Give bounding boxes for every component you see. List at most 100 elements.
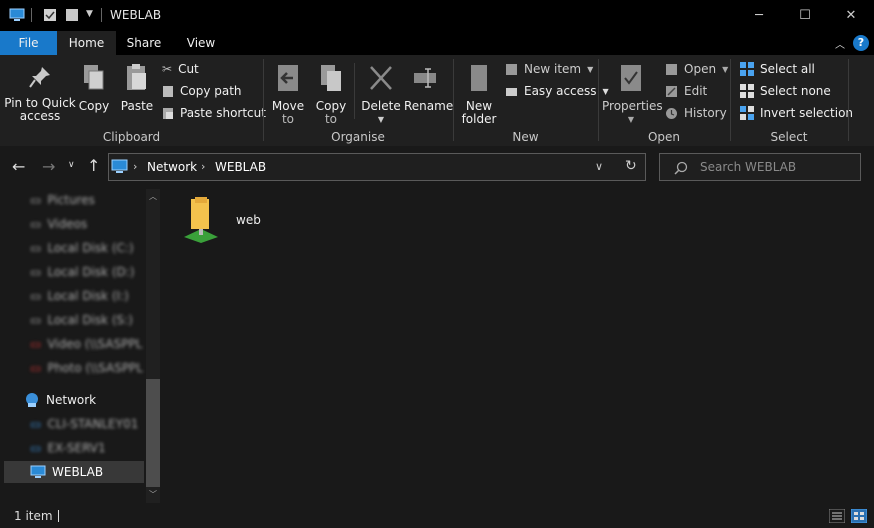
new-item-icon bbox=[506, 63, 517, 75]
customize-qat-icon[interactable]: ▼ bbox=[86, 9, 93, 19]
copy-button[interactable]: Copy bbox=[78, 63, 110, 113]
invert-selection-button[interactable]: Invert selection bbox=[740, 106, 853, 120]
nav-item-cli-stanley[interactable]: ▭ CLI-STANLEY01 bbox=[30, 413, 138, 435]
tab-view[interactable]: View bbox=[172, 31, 230, 55]
move-label-2: to bbox=[281, 112, 295, 126]
nav-label: Local Disk (C:) bbox=[47, 241, 134, 255]
open-button[interactable]: Open ▼ bbox=[665, 62, 728, 76]
paste-label: Paste bbox=[120, 99, 154, 113]
address-bar[interactable]: › Network › WEBLAB ∨ ↻ bbox=[108, 153, 646, 181]
rename-label: Rename bbox=[404, 99, 454, 113]
easy-access-button[interactable]: Easy access ▼ bbox=[505, 84, 609, 98]
large-icons-view-icon[interactable] bbox=[851, 509, 867, 523]
properties-button[interactable]: Properties ▼ bbox=[602, 63, 663, 126]
nav-item-weblab[interactable]: WEBLAB bbox=[30, 461, 103, 483]
network-folder-icon bbox=[184, 197, 218, 243]
maximize-button[interactable]: ☐ bbox=[782, 0, 828, 31]
network-drive-icon: ▭ bbox=[30, 337, 42, 351]
search-input[interactable]: Search WEBLAB bbox=[700, 160, 796, 174]
nav-item-local-disk-c[interactable]: ▭ Local Disk (C:) bbox=[30, 237, 134, 259]
edit-button[interactable]: Edit bbox=[665, 84, 707, 98]
scroll-down-icon[interactable]: ﹀ bbox=[149, 489, 157, 500]
copy-path-button[interactable]: Copy path bbox=[162, 84, 242, 98]
nav-item-local-disk-s[interactable]: ▭ Local Disk (S:) bbox=[30, 309, 133, 331]
rename-button[interactable]: Rename bbox=[404, 63, 454, 113]
new-folder-quick-icon[interactable] bbox=[65, 8, 79, 22]
nav-item-photo-share[interactable]: ▭ Photo (\\SASPPL bbox=[30, 357, 143, 379]
cut-button[interactable]: ✂ Cut bbox=[162, 62, 199, 76]
breadcrumb-weblab[interactable]: WEBLAB bbox=[215, 160, 266, 174]
clipboard-group-label: Clipboard bbox=[102, 130, 161, 144]
copy-to-label-2: to bbox=[324, 112, 338, 126]
nav-label: Pictures bbox=[47, 193, 95, 207]
collapse-ribbon-icon[interactable]: ︿ bbox=[835, 36, 845, 51]
up-arrow-icon[interactable]: ↑ bbox=[87, 156, 100, 175]
new-group-label: New bbox=[512, 130, 539, 144]
nav-label-weblab: WEBLAB bbox=[52, 465, 104, 479]
refresh-icon[interactable]: ↻ bbox=[625, 158, 637, 174]
tab-file[interactable]: File bbox=[0, 31, 57, 55]
open-icon bbox=[666, 63, 677, 75]
nav-scrollbar[interactable]: ︿ ﹀ bbox=[146, 189, 160, 503]
easy-access-icon bbox=[506, 87, 517, 96]
nav-item-ex-serv1[interactable]: ▭ EX-SERV1 bbox=[30, 437, 106, 459]
open-label: Open bbox=[684, 62, 717, 76]
breadcrumb-separator-icon[interactable]: › bbox=[201, 160, 205, 173]
nav-item-video-share[interactable]: ▭ Video (\\SASPPL bbox=[30, 333, 142, 355]
select-none-button[interactable]: Select none bbox=[740, 84, 831, 98]
breadcrumb-separator-icon[interactable]: › bbox=[133, 160, 137, 173]
delete-dropdown-icon[interactable]: ▼ bbox=[360, 113, 402, 126]
new-item-label: New item bbox=[524, 62, 582, 76]
forward-arrow-icon[interactable]: → bbox=[42, 157, 55, 176]
new-item-dropdown-icon: ▼ bbox=[587, 64, 594, 74]
history-button[interactable]: History bbox=[665, 106, 727, 120]
nav-item-local-disk-i[interactable]: ▭ Local Disk (I:) bbox=[30, 285, 129, 307]
help-icon[interactable]: ? bbox=[853, 35, 869, 51]
tab-home[interactable]: Home bbox=[57, 31, 116, 55]
nav-item-videos[interactable]: ▭ Videos bbox=[30, 213, 87, 235]
minimize-button[interactable]: ─ bbox=[736, 0, 782, 31]
nav-label: Local Disk (D:) bbox=[47, 265, 135, 279]
nav-item-network[interactable]: Network bbox=[24, 389, 96, 411]
delete-x-icon bbox=[370, 66, 392, 90]
select-all-button[interactable]: Select all bbox=[740, 62, 815, 76]
properties-icon bbox=[621, 65, 641, 91]
select-none-icon bbox=[740, 84, 754, 98]
pin-icon bbox=[29, 67, 50, 88]
delete-label: Delete bbox=[361, 99, 401, 113]
folder-item-web[interactable]: web bbox=[181, 197, 301, 243]
paste-shortcut-button[interactable]: Paste shortcut bbox=[162, 106, 266, 120]
delete-button[interactable]: Delete ▼ bbox=[360, 63, 402, 126]
invert-selection-label: Invert selection bbox=[760, 106, 854, 120]
copy-to-icon bbox=[321, 65, 341, 91]
copy-path-icon bbox=[163, 85, 173, 97]
paste-button[interactable]: Paste bbox=[120, 63, 154, 113]
breadcrumb-network[interactable]: Network bbox=[147, 160, 197, 174]
nav-item-local-disk-d[interactable]: ▭ Local Disk (D:) bbox=[30, 261, 135, 283]
folder-name: web bbox=[236, 213, 261, 227]
recent-locations-icon[interactable]: ∨ bbox=[68, 160, 75, 170]
new-folder-icon bbox=[471, 65, 487, 91]
search-box[interactable]: Search WEBLAB bbox=[659, 153, 861, 181]
tab-share[interactable]: Share bbox=[116, 31, 172, 55]
window-title: WEBLAB bbox=[110, 8, 162, 22]
scroll-up-icon[interactable]: ︿ bbox=[149, 191, 157, 202]
select-all-label: Select all bbox=[760, 62, 815, 76]
new-folder-button[interactable]: New folder bbox=[459, 63, 499, 126]
paste-shortcut-icon bbox=[163, 107, 173, 119]
new-item-button[interactable]: New item ▼ bbox=[505, 62, 593, 76]
nav-item-pictures[interactable]: ▭ Pictures bbox=[30, 189, 95, 211]
copy-to-button[interactable]: Copy to bbox=[313, 63, 349, 126]
scroll-thumb[interactable] bbox=[146, 379, 160, 487]
address-dropdown-icon[interactable]: ∨ bbox=[595, 160, 603, 173]
properties-quick-icon[interactable] bbox=[43, 8, 57, 22]
content-pane: web bbox=[163, 189, 874, 503]
pin-quick-access-button[interactable]: Pin to Quick access bbox=[4, 65, 76, 123]
computer-icon[interactable] bbox=[9, 8, 25, 22]
properties-dropdown-icon[interactable]: ▼ bbox=[602, 113, 660, 126]
history-label: History bbox=[684, 106, 727, 120]
close-button[interactable]: ✕ bbox=[828, 0, 874, 31]
move-to-button[interactable]: Move to bbox=[270, 63, 306, 126]
back-arrow-icon[interactable]: ← bbox=[12, 157, 25, 176]
details-view-icon[interactable] bbox=[829, 509, 845, 523]
